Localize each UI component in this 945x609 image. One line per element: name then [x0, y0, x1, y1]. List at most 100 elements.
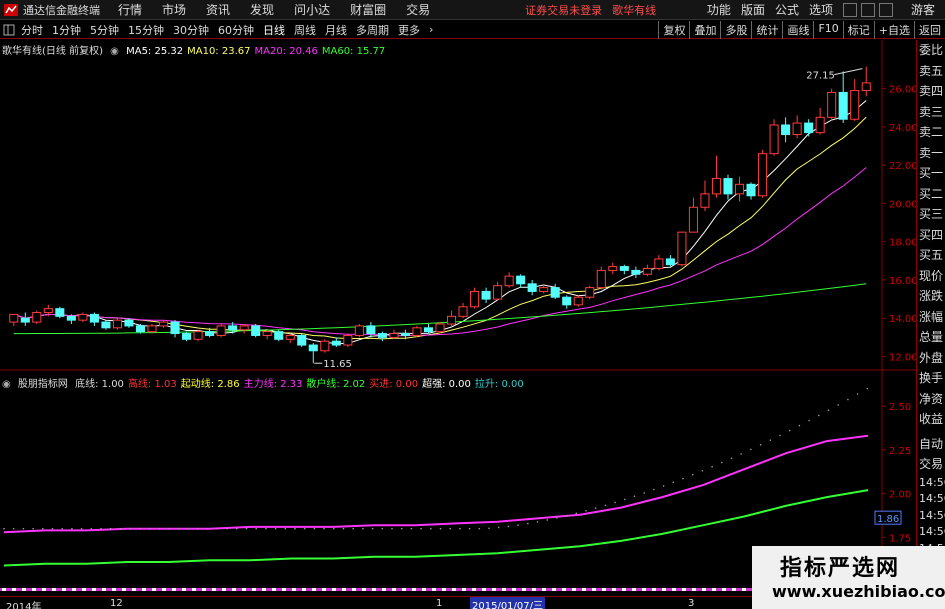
candle-body-down	[66, 315, 76, 321]
period-5min[interactable]: 5分钟	[90, 22, 119, 38]
start-line-dot	[449, 527, 452, 530]
signal-strip-dash	[432, 588, 436, 591]
candle-body-down	[297, 334, 307, 346]
period-more[interactable]: 更多	[398, 22, 420, 38]
sub-indicator-toggle-icon[interactable]: ◉	[2, 379, 11, 390]
candle-body-up	[792, 122, 802, 136]
sub-current-value: 1.86	[877, 514, 899, 525]
period-daily[interactable]: 日线	[263, 22, 285, 38]
menu-wealth[interactable]: 财富圈	[350, 1, 386, 18]
side-item-0: 委比	[919, 43, 944, 57]
btn-add-watchlist[interactable]: +自选	[873, 21, 914, 39]
candle-body-down	[308, 344, 318, 352]
period-weekly[interactable]: 周线	[294, 22, 316, 38]
btn-mark[interactable]: 标记	[842, 21, 874, 39]
candle-body-down	[135, 325, 146, 333]
period-1min[interactable]: 1分钟	[52, 22, 81, 38]
start-line-dot	[274, 527, 277, 530]
menu-formula[interactable]: 公式	[775, 1, 799, 18]
side-item-10: 买五	[919, 248, 944, 262]
side-item-16: 换手	[919, 371, 944, 385]
btn-f10[interactable]: F10	[813, 21, 842, 39]
start-line-dot	[488, 527, 490, 530]
candle-body-up	[193, 331, 203, 340]
start-line-dot	[633, 495, 636, 498]
candle-body-down	[665, 258, 675, 266]
menu-layout[interactable]: 版面	[741, 1, 765, 18]
btn-back[interactable]: 返回	[914, 21, 945, 39]
signal-strip-dash	[562, 588, 566, 591]
start-line-dot	[740, 453, 742, 455]
candle-body-up	[78, 313, 88, 321]
menu-trade[interactable]: 交易	[406, 1, 430, 18]
period-timeshare[interactable]: 分时	[21, 22, 43, 38]
side-item-9: 买四	[919, 227, 944, 242]
start-line-dot	[100, 527, 102, 530]
start-line-dot	[818, 414, 820, 417]
minimize-button[interactable]	[842, 2, 857, 17]
start-line-dot	[565, 514, 568, 517]
ma-line-MA5	[13, 100, 867, 344]
close-button[interactable]	[878, 2, 893, 17]
menu-function[interactable]: 功能	[707, 1, 731, 18]
menu-market[interactable]: 市场	[162, 1, 186, 18]
menu-quotes[interactable]: 行情	[118, 1, 142, 18]
btn-statistics[interactable]: 统计	[751, 21, 782, 39]
candle-body-up	[493, 285, 503, 300]
start-line-dot	[497, 526, 500, 529]
period-multi[interactable]: 多周期	[356, 22, 389, 38]
btn-multi-stock[interactable]: 多股	[720, 21, 751, 39]
period-monthly[interactable]: 月线	[325, 22, 347, 38]
side-item-5: 卖一	[919, 145, 944, 160]
candle-body-up	[711, 178, 722, 195]
start-line-dot	[798, 424, 801, 427]
date-axis[interactable]: 2014年 12 1 2015/01/07/三 3	[0, 596, 752, 609]
side-auto-trade-1[interactable]: 交易	[917, 454, 945, 475]
side-item-15: 外盘	[919, 350, 944, 365]
login-warning[interactable]: 证券交易未登录	[525, 2, 602, 18]
sub-indicator-label-6: 超强: 0.00	[422, 379, 471, 390]
candle-body-up	[470, 290, 480, 308]
signal-strip-dash	[742, 588, 746, 591]
signal-strip-dash	[342, 588, 346, 591]
start-line-dot	[177, 527, 180, 530]
side-auto-trade-0[interactable]: 自动	[917, 434, 945, 455]
start-line-dot	[759, 444, 762, 446]
signal-strip-dash	[542, 588, 546, 591]
guest-label[interactable]: 游客	[911, 1, 935, 18]
period-60min[interactable]: 60分钟	[218, 22, 254, 38]
sub-y-tick-label: 2.00	[889, 490, 911, 501]
signal-strip-dash	[42, 588, 46, 591]
menu-discover[interactable]: 发现	[250, 1, 274, 18]
signal-strip-dash	[712, 588, 716, 591]
signal-strip-dash	[452, 588, 456, 591]
menu-news[interactable]: 资讯	[206, 1, 230, 18]
candle-body-up	[43, 308, 53, 314]
main-y-tick-label: 20.00	[889, 199, 916, 210]
start-line-dot	[313, 527, 316, 530]
more-arrow-icon[interactable]: ›	[429, 23, 433, 36]
period-15min[interactable]: 15分钟	[128, 22, 164, 38]
sub-indicator-label-0: 底线: 1.00	[75, 379, 124, 390]
signal-strip-dash	[32, 588, 36, 591]
maximize-button[interactable]	[860, 2, 875, 17]
period-30min[interactable]: 30分钟	[173, 22, 209, 38]
start-line-dot	[653, 488, 655, 491]
candle-body-up	[815, 116, 825, 134]
signal-strip-dash	[282, 588, 286, 591]
indicator-toggle-icon[interactable]: ◉	[110, 46, 119, 57]
start-line-dot	[342, 527, 345, 530]
menu-ask[interactable]: 问小达	[294, 1, 330, 18]
candle-body-down	[550, 287, 560, 298]
start-line-dot	[517, 524, 519, 526]
btn-adjust[interactable]: 复权	[658, 21, 689, 39]
candle-body-up	[688, 206, 698, 233]
chart-canvas[interactable]: 26.00 24.00 22.00 20.00 18.00 16.00 14.00 12.00…	[0, 40, 916, 596]
btn-draw[interactable]: 画线	[782, 21, 813, 39]
signal-strip-dash	[162, 588, 166, 591]
btn-overlay[interactable]: 叠加	[689, 21, 720, 39]
menu-options[interactable]: 选项	[809, 1, 833, 18]
signal-strip-dash	[462, 588, 466, 591]
panel-toggle-icon[interactable]	[3, 23, 15, 37]
signal-strip-dash	[682, 588, 686, 591]
